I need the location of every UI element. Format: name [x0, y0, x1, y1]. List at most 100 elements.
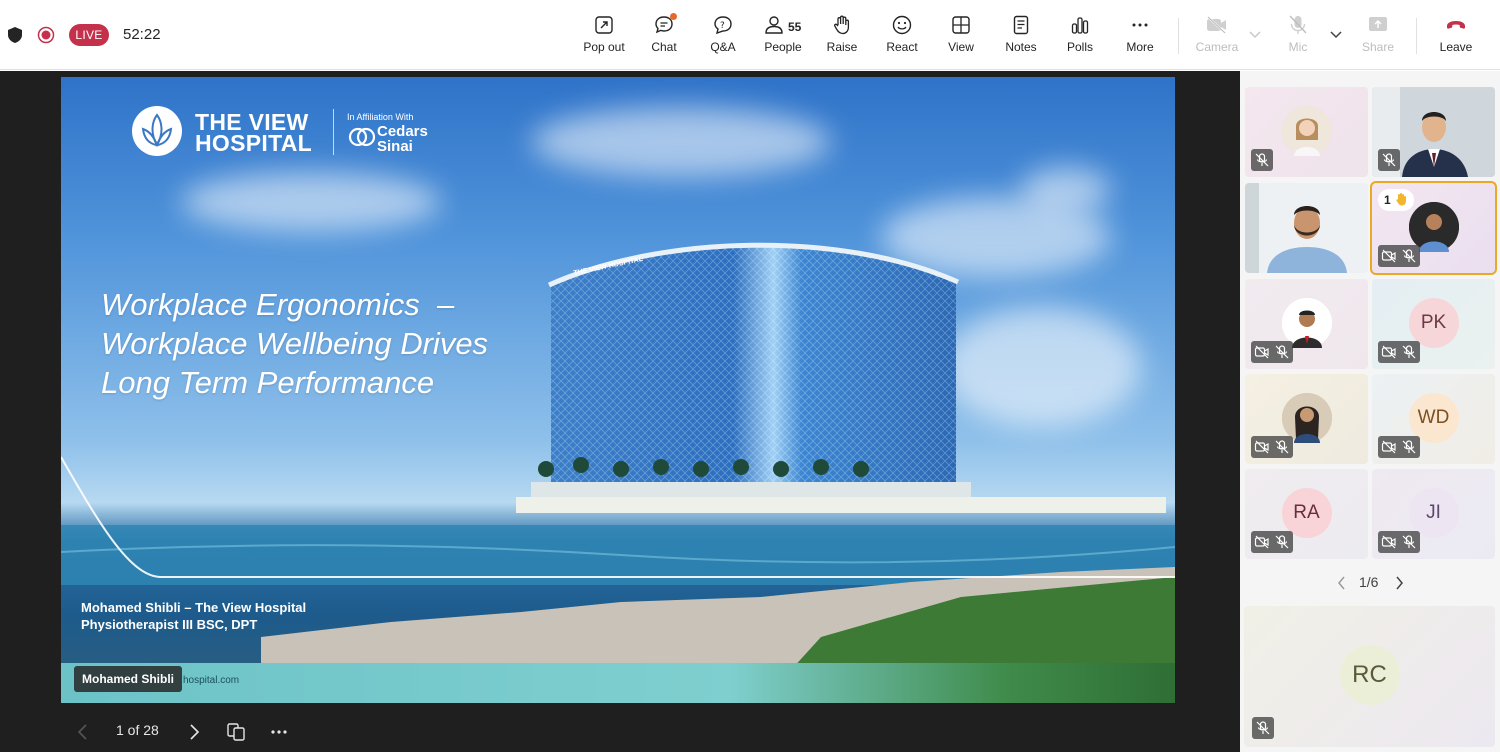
- notes-label: Notes: [1005, 40, 1037, 54]
- slide-navigation: 1 of 28: [0, 711, 400, 751]
- affiliation-text: In Affiliation With: [347, 112, 414, 122]
- participant-photo: [1281, 106, 1332, 156]
- person-avatar-icon: [1281, 106, 1332, 156]
- meeting-toolbar: LIVE 52:22 Pop out Chat ? Q&A 55 People …: [0, 0, 1500, 70]
- slide-sorter-icon[interactable]: [226, 722, 246, 742]
- previous-slide-icon[interactable]: [75, 723, 91, 741]
- partner-name: Cedars Sinai: [377, 124, 428, 154]
- participant-video: [1245, 183, 1368, 273]
- share-button[interactable]: Share: [1348, 12, 1408, 60]
- gallery-next-icon[interactable]: [1393, 575, 1405, 591]
- mic-muted-icon: [1402, 535, 1416, 549]
- camera-options-chevron-icon[interactable]: [1247, 26, 1263, 42]
- chat-unread-dot: [670, 13, 677, 20]
- camera-off-icon: [1207, 16, 1226, 34]
- participant-tile-video[interactable]: [1372, 87, 1495, 177]
- next-slide-icon[interactable]: [186, 723, 202, 741]
- mic-status-badge: [1251, 531, 1293, 553]
- mic-status-badge: [1378, 341, 1420, 363]
- chat-label: Chat: [651, 40, 677, 54]
- slide-more-options-icon[interactable]: [270, 727, 288, 737]
- camera-off-icon: [1381, 249, 1396, 263]
- mic-muted-icon: [1275, 535, 1289, 549]
- live-badge: LIVE: [69, 24, 109, 46]
- participant-tile[interactable]: WD: [1372, 374, 1495, 464]
- more-button[interactable]: More: [1110, 12, 1170, 60]
- people-label: People: [764, 40, 802, 54]
- raised-hand-icon: [1396, 193, 1407, 206]
- camera-button[interactable]: Camera: [1187, 12, 1247, 60]
- leave-button[interactable]: Leave: [1426, 12, 1486, 60]
- mic-muted-icon: [1255, 153, 1269, 167]
- presenter-credentials: Mohamed Shibli – The View Hospital Physi…: [81, 599, 306, 633]
- shield-icon: [8, 27, 22, 43]
- grid-view-icon: [952, 16, 970, 34]
- mic-status-badge: [1252, 717, 1274, 739]
- more-label: More: [1126, 40, 1154, 54]
- slide-title: Workplace Ergonomics – Workplace Wellbei…: [101, 285, 488, 402]
- mic-muted-icon: [1275, 440, 1289, 454]
- toolbar-divider: [1416, 18, 1417, 54]
- raised-hand-badge: 1: [1378, 189, 1415, 211]
- chat-button[interactable]: Chat: [634, 12, 694, 60]
- popout-icon: [595, 16, 613, 34]
- shared-content-stage: THE VIEW HOSPITAL THE VIEW HOSPITAL In A…: [0, 71, 1240, 752]
- mic-button[interactable]: Mic: [1268, 12, 1328, 60]
- qa-button[interactable]: ? Q&A: [693, 12, 753, 60]
- people-button[interactable]: 55 People: [753, 12, 813, 60]
- mic-muted-icon: [1402, 440, 1416, 454]
- svg-text:?: ?: [720, 21, 725, 31]
- popout-label: Pop out: [583, 40, 625, 54]
- camera-off-icon: [1381, 440, 1396, 454]
- participant-tile[interactable]: [1245, 374, 1368, 464]
- polls-label: Polls: [1066, 40, 1093, 54]
- participant-gallery: 1 PK WD RA JI 1/6 RC: [1240, 71, 1500, 752]
- participant-tile[interactable]: RA: [1245, 469, 1368, 559]
- mic-muted-icon: [1275, 345, 1289, 359]
- view-label: View: [948, 40, 974, 54]
- partner-line-2: Sinai: [377, 138, 413, 155]
- polls-icon: [1071, 17, 1089, 34]
- participant-tile[interactable]: [1245, 87, 1368, 177]
- gallery-previous-icon[interactable]: [1336, 575, 1348, 591]
- mic-status-badge: [1378, 149, 1400, 171]
- react-button[interactable]: React: [872, 12, 932, 60]
- popout-button[interactable]: Pop out: [574, 12, 634, 60]
- leave-label: Leave: [1439, 40, 1473, 54]
- presentation-slide: THE VIEW HOSPITAL THE VIEW HOSPITAL In A…: [61, 77, 1175, 703]
- slide-page-indicator: 1 of 28: [116, 722, 159, 738]
- slide-title-line-1: Workplace Ergonomics –: [101, 287, 455, 322]
- raise-hand-icon: [834, 15, 850, 35]
- participant-tile-speaking[interactable]: 1: [1370, 181, 1497, 275]
- mic-muted-icon: [1382, 153, 1396, 167]
- mic-status-badge: [1378, 531, 1420, 553]
- camera-off-icon: [1381, 535, 1396, 549]
- participant-tile[interactable]: JI: [1372, 469, 1495, 559]
- participant-tile[interactable]: [1245, 279, 1368, 369]
- slide-title-line-2: Workplace Wellbeing Drives: [101, 326, 489, 361]
- mic-status-badge: [1251, 149, 1273, 171]
- camera-label: Camera: [1195, 40, 1239, 54]
- participant-tile[interactable]: PK: [1372, 279, 1495, 369]
- notes-button[interactable]: Notes: [991, 12, 1051, 60]
- participant-initials: RC: [1339, 644, 1400, 705]
- presenter-line-1: Mohamed Shibli – The View Hospital: [81, 600, 307, 615]
- react-label: React: [886, 40, 918, 54]
- gallery-page-indicator: 1/6: [1359, 574, 1379, 590]
- mic-options-chevron-icon[interactable]: [1328, 26, 1344, 42]
- logo-divider: [333, 109, 334, 155]
- view-button[interactable]: View: [931, 12, 991, 60]
- mic-muted-icon: [1256, 721, 1270, 735]
- camera-off-icon: [1254, 345, 1269, 359]
- logo-line-2: HOSPITAL: [195, 130, 312, 156]
- more-icon: [1132, 23, 1148, 27]
- hang-up-icon: [1447, 21, 1465, 29]
- hospital-logo: THE VIEW HOSPITAL In Affiliation With Ce…: [131, 105, 451, 165]
- toolbar-divider: [1178, 18, 1179, 54]
- self-view-tile[interactable]: RC: [1244, 606, 1495, 747]
- participant-tile-video[interactable]: [1245, 183, 1368, 273]
- cedars-sinai-logo-icon: [348, 127, 376, 147]
- camera-off-icon: [1254, 440, 1269, 454]
- polls-button[interactable]: Polls: [1050, 12, 1110, 60]
- raise-hand-button[interactable]: Raise: [812, 12, 872, 60]
